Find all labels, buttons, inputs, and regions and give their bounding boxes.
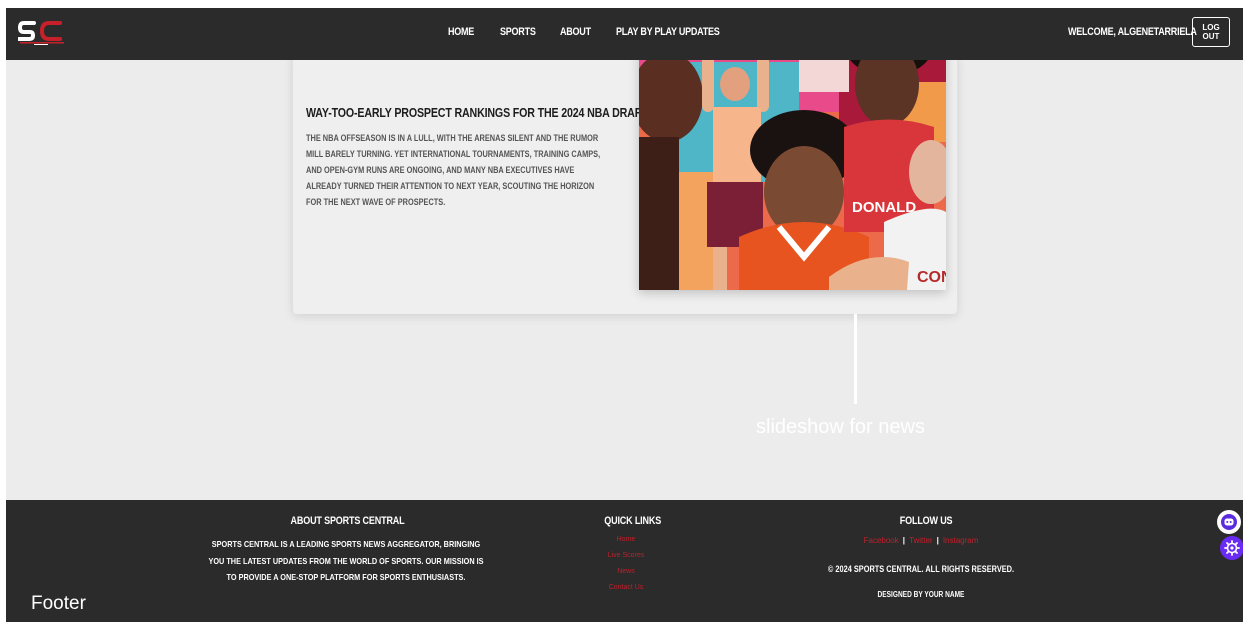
article-title[interactable]: WAY-TOO-EARLY PROSPECT RANKINGS FOR THE …: [306, 105, 648, 120]
robot-icon: [1221, 514, 1237, 530]
page-frame: HOME SPORTS ABOUT PLAY BY PLAY UPDATES W…: [6, 8, 1243, 622]
designed-by-text: DESIGNED BY YOUR NAME: [877, 590, 965, 599]
footer-follow-heading: FOLLOW US: [899, 515, 953, 527]
welcome-text: WELCOME, ALGENETARRIELA: [1068, 26, 1197, 38]
social-separator: |: [902, 536, 905, 545]
quick-link-home[interactable]: Home: [596, 536, 656, 543]
copyright-text: © 2024 SPORTS CENTRAL. ALL RIGHTS RESERV…: [827, 564, 1015, 574]
footer-placeholder-label: Footer: [31, 593, 86, 614]
article-excerpt: The NBA offseason is in a lull, with the…: [306, 133, 601, 207]
slideshow-placeholder: slideshow for news: [756, 416, 925, 438]
quick-link-live-scores[interactable]: Live Scores: [596, 552, 656, 559]
social-twitter-link[interactable]: Twitter: [909, 536, 933, 545]
logout-button[interactable]: LOG OUT: [1192, 17, 1230, 47]
social-facebook-link[interactable]: Facebook: [864, 536, 899, 545]
chat-widget-button[interactable]: [1217, 510, 1241, 534]
footer: ABOUT SPORTS CENTRAL Sports Central is a…: [6, 500, 1243, 622]
jersey-text-2: CONN: [917, 269, 946, 286]
nav-home[interactable]: HOME: [448, 26, 474, 38]
article-image[interactable]: DONALD CONN: [639, 22, 946, 290]
nav-about[interactable]: ABOUT: [560, 26, 591, 38]
footer-about-text: Sports Central is a leading sports news …: [208, 539, 484, 582]
main-nav: HOME SPORTS ABOUT PLAY BY PLAY UPDATES: [6, 8, 1243, 60]
news-card[interactable]: WAY-TOO-EARLY PROSPECT RANKINGS FOR THE …: [293, 22, 957, 314]
footer-about-heading: ABOUT SPORTS CENTRAL: [290, 515, 405, 527]
slideshow-divider: [854, 314, 857, 404]
gear-icon: [1224, 540, 1240, 556]
social-links: Facebook | Twitter | Instagram: [856, 536, 986, 545]
social-instagram-link[interactable]: Instagram: [943, 536, 979, 545]
nav-play-by-play[interactable]: PLAY BY PLAY UPDATES: [616, 26, 720, 38]
basketball-players-illustration: DONALD CONN: [639, 22, 946, 290]
settings-widget-button[interactable]: [1220, 536, 1243, 560]
nav-sports[interactable]: SPORTS: [500, 26, 536, 38]
quick-link-contact[interactable]: Contact Us: [596, 584, 656, 591]
main-content: WAY-TOO-EARLY PROSPECT RANKINGS FOR THE …: [6, 22, 1243, 500]
quick-link-news[interactable]: News: [596, 568, 656, 575]
navbar: HOME SPORTS ABOUT PLAY BY PLAY UPDATES W…: [6, 8, 1243, 60]
footer-quick-links-heading: QUICK LINKS: [604, 515, 662, 527]
social-separator: |: [936, 536, 939, 545]
